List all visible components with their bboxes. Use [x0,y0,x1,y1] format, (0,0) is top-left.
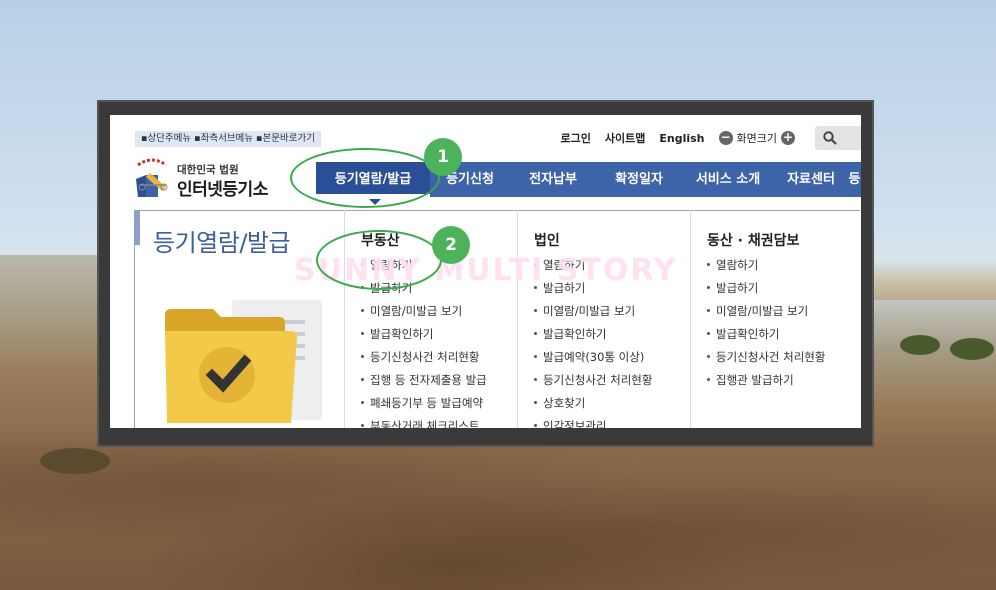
menu-item[interactable]: 발급확인하기 [707,326,825,349]
nav-item-more[interactable]: 등 [848,162,861,197]
nav-item-service-intro[interactable]: 서비스 소개 [682,162,774,197]
menu-item[interactable]: 집행 등 전자제출용 발급 [361,372,487,395]
zoom-out-icon[interactable]: − [718,131,733,145]
nav-item-fixed-date[interactable]: 확정일자 [596,162,682,197]
section-title: 등기열람/발급 [153,229,291,257]
skip-links[interactable]: ▪상단주메뉴 ▪좌측서브메뉴 ▪본문바로가기 [135,131,321,147]
menu-item[interactable]: 폐쇄등기부 등 발급예약 [361,395,487,418]
menu-item[interactable]: 상호찾기 [534,395,652,418]
menu-item[interactable]: 미열람/미발급 보기 [534,303,652,326]
annotation-badge-2: 2 [432,226,470,264]
logo-site-text: 인터넷등기소 [177,180,268,200]
column-title: 법인 [534,233,560,249]
site-logo[interactable]: 대한민국 법원 인터넷등기소 [132,157,282,201]
zoom-control: − 화면크기 + [718,130,795,146]
nav-item-resources[interactable]: 자료센터 [774,162,848,197]
utility-bar: 로그인 사이트맵 English − 화면크기 + [561,126,861,150]
annotation-oval-2 [316,230,442,290]
court-emblem-icon [136,158,168,197]
menu-item[interactable]: 미열람/미발급 보기 [707,303,825,326]
annotation-badge-1: 1 [424,138,462,176]
panel-accent [134,210,140,245]
menu-item[interactable]: 부동산거래 체크리스트 [361,418,487,428]
zoom-in-icon[interactable]: + [781,131,795,145]
menu-item[interactable]: 미열람/미발급 보기 [361,303,487,326]
nav-item-epayment[interactable]: 전자납부 [510,162,596,197]
menu-column-corporation: 법인 열람하기 발급하기 미열람/미발급 보기 발급확인하기 발급예약(30통 … [517,210,689,428]
menu-item[interactable]: 열람하기 [707,257,825,280]
menu-item[interactable]: 등기신청사건 처리현황 [534,372,652,395]
menu-item[interactable]: 등기신청사건 처리현황 [361,349,487,372]
annotation-oval-1 [290,148,440,208]
menu-item[interactable]: 인감정보관리 [534,418,652,428]
background-buildings-right [872,300,996,445]
login-link[interactable]: 로그인 [561,130,591,146]
menu-item[interactable]: 발급하기 [707,280,825,303]
menu-column-movable-property: 동산 · 채권담보 열람하기 발급하기 미열람/미발급 보기 발급확인하기 등기… [690,210,861,428]
background-bush [40,448,110,474]
menu-item[interactable]: 등기신청사건 처리현황 [707,349,825,372]
sitemap-link[interactable]: 사이트맵 [605,130,645,146]
folder-check-icon [165,300,322,423]
zoom-label: 화면크기 [736,132,777,145]
search-icon [823,131,837,145]
menu-item[interactable]: 발급예약(30통 이상) [534,349,652,372]
background-bush [950,338,994,360]
menu-item[interactable]: 발급확인하기 [534,326,652,349]
column-title: 동산 · 채권담보 [707,233,800,249]
background-buildings-left [0,255,100,445]
search-button[interactable] [815,126,861,150]
menu-list: 열람하기 발급하기 미열람/미발급 보기 발급확인하기 등기신청사건 처리현황 … [707,257,825,395]
menu-item[interactable]: 집행관 발급하기 [707,372,825,395]
menu-item[interactable]: 발급확인하기 [361,326,487,349]
english-link[interactable]: English [659,132,704,145]
background-ground [0,440,996,590]
background-bush [900,335,940,355]
